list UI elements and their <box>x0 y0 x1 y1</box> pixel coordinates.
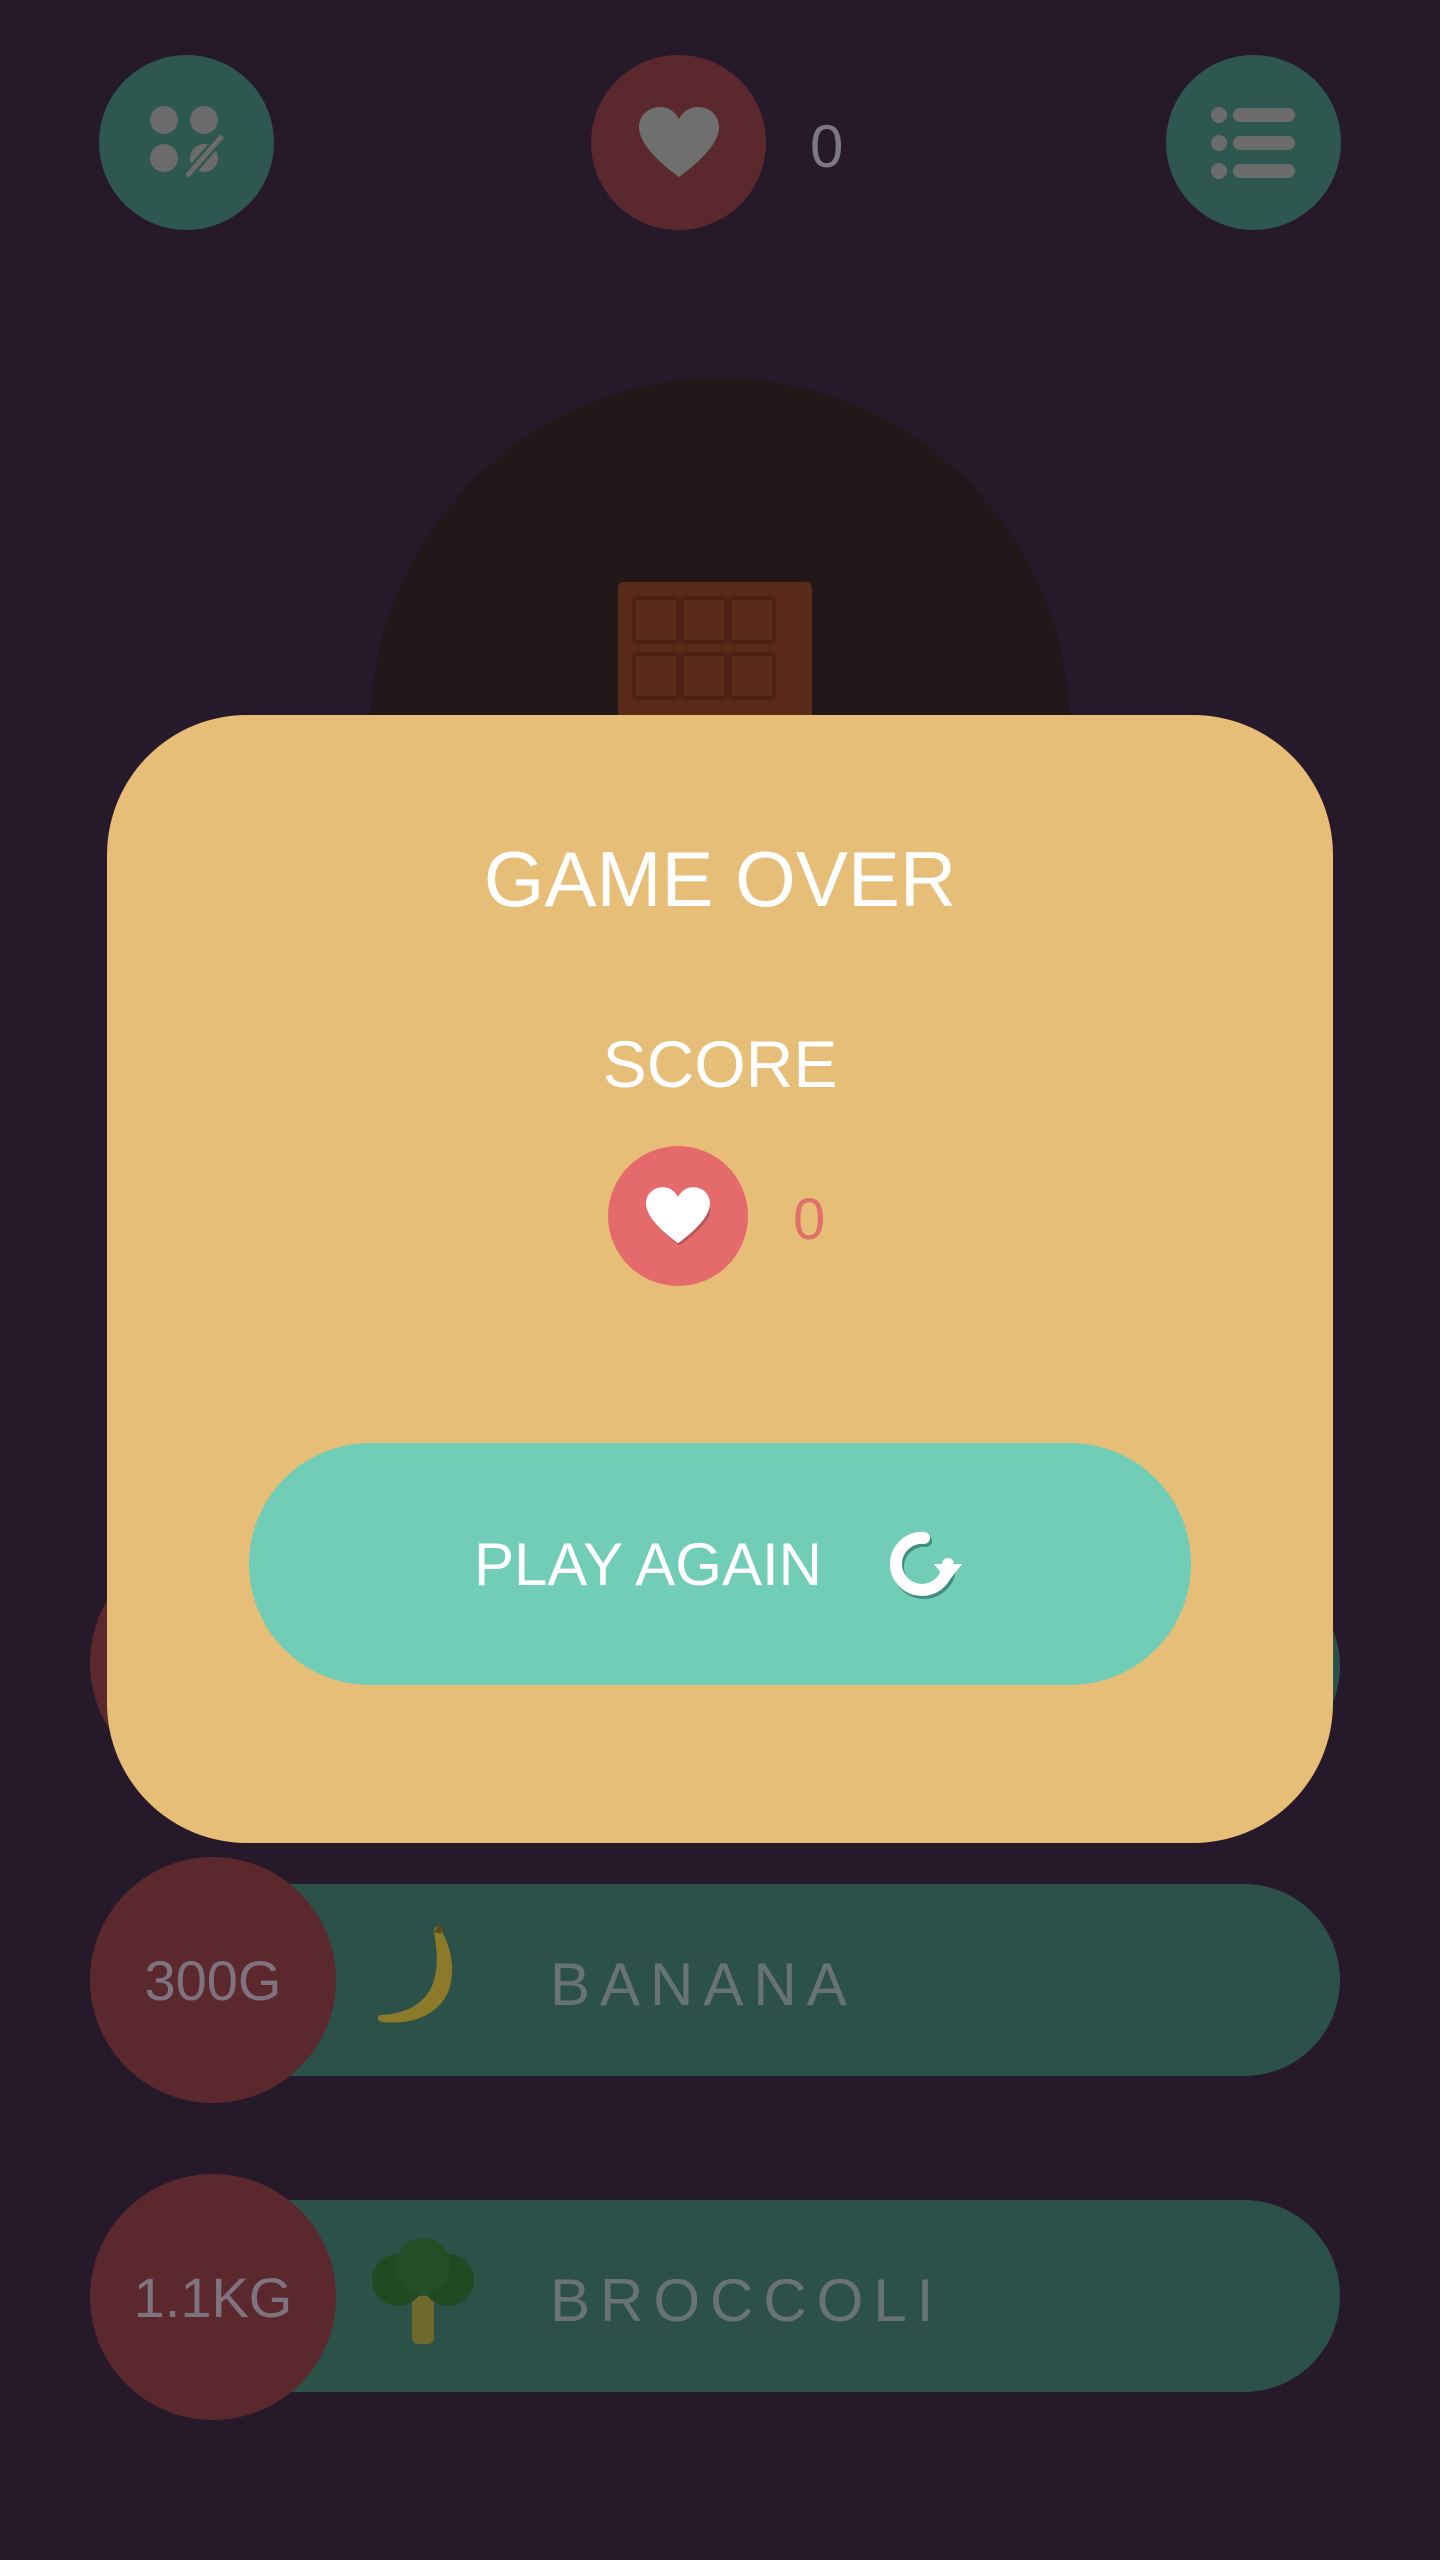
lives-button[interactable] <box>591 55 766 230</box>
heart-icon <box>646 1187 710 1245</box>
list-icon <box>1210 106 1295 179</box>
list-button[interactable] <box>1166 55 1341 230</box>
score-value: 0 <box>793 1187 826 1252</box>
row-label: BROCCOLI <box>550 2267 944 2334</box>
lives-count: 0 <box>810 113 844 180</box>
row-label: BANANA <box>550 1951 857 2018</box>
score-heart-badge <box>608 1146 748 1286</box>
chocolate-bar-icon <box>618 582 812 722</box>
weight-badge: 300G <box>90 1857 336 2103</box>
tiles-edit-button[interactable] <box>99 55 274 230</box>
play-again-label: PLAY AGAIN <box>474 1530 822 1598</box>
weight-badge: 1.1KG <box>90 2174 336 2420</box>
modal-title: GAME OVER <box>483 835 957 923</box>
refresh-icon <box>890 1531 962 1599</box>
heart-icon <box>638 106 719 177</box>
broccoli-icon <box>372 2238 474 2344</box>
score-label: SCORE <box>602 1027 838 1101</box>
play-again-button[interactable]: PLAY AGAIN <box>249 1443 1191 1685</box>
tiles-edit-icon <box>149 105 226 179</box>
banana-icon <box>377 1924 453 2023</box>
